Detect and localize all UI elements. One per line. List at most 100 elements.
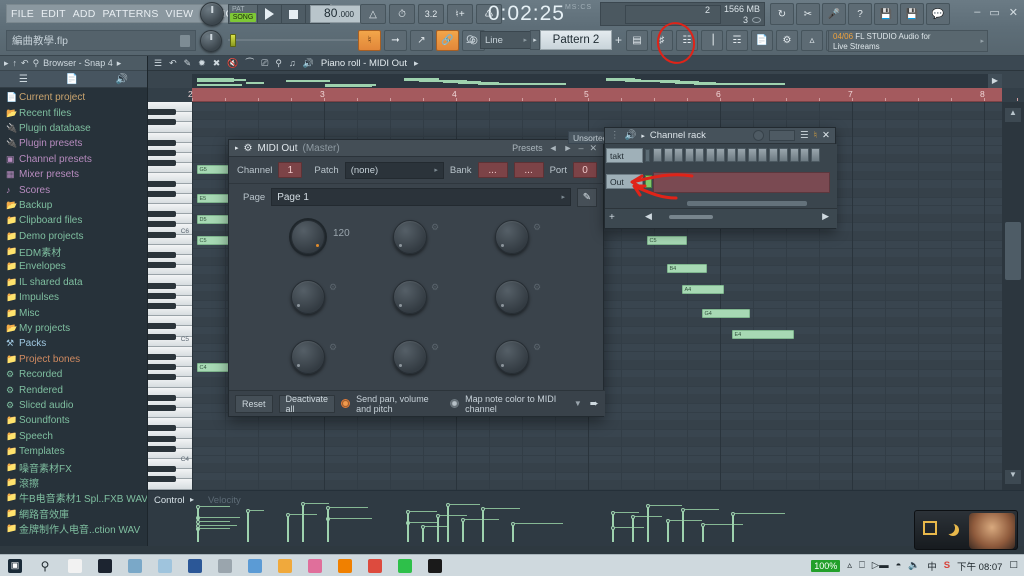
- browser-item-16[interactable]: ⚒ Packs: [0, 336, 147, 351]
- pitch-slider[interactable]: [228, 33, 368, 47]
- browser-item-27[interactable]: 📁 網路音效庫: [0, 506, 147, 521]
- velocity-handle[interactable]: [325, 506, 330, 510]
- midi-cc-knob-4[interactable]: [291, 280, 325, 314]
- step-button[interactable]: [674, 148, 683, 162]
- piano-black-key[interactable]: [148, 364, 176, 371]
- browser-item-15[interactable]: 📂 My projects: [0, 321, 147, 336]
- velocity-handle[interactable]: [480, 507, 485, 511]
- menu-item-add[interactable]: ADD: [73, 8, 96, 20]
- metronome-icon[interactable]: △: [360, 4, 386, 24]
- port-value[interactable]: 0: [573, 162, 597, 178]
- stop-button[interactable]: [281, 5, 305, 23]
- browser-item-0[interactable]: 📄 Current project: [0, 90, 147, 105]
- sogou-icon[interactable]: S: [944, 560, 950, 571]
- velocity-handle[interactable]: [285, 513, 290, 517]
- slip-icon[interactable]: ⏜: [245, 58, 254, 69]
- search-icon-2[interactable]: ⚲: [30, 555, 60, 576]
- search-icon[interactable]: ⚲: [33, 58, 40, 69]
- draw-icon[interactable]: ↗: [410, 30, 433, 51]
- step-button[interactable]: [695, 148, 704, 162]
- browser-item-5[interactable]: ▦ Mixer presets: [0, 167, 147, 182]
- piano-black-key[interactable]: [148, 333, 176, 340]
- mixer-icon[interactable]: ⎟: [701, 30, 723, 51]
- browser-item-13[interactable]: 📁 Impulses: [0, 290, 147, 305]
- knob-gear-icon-8[interactable]: ⚙: [431, 342, 439, 353]
- system-tray[interactable]: 100% ▵ ⎕ ▷▬ ◓ 🔈 中 S 下午 08:07 ☐: [811, 559, 1024, 573]
- browser-item-list[interactable]: 📄 Current project 📂 Recent files 🔌 Plugin dat…: [0, 88, 147, 546]
- calculator-icon[interactable]: [210, 555, 240, 576]
- send-pan-volume-pitch-toggle[interactable]: [341, 399, 351, 408]
- browser-item-23[interactable]: 📁 Templates: [0, 444, 147, 459]
- bank-value-lsb[interactable]: ...: [513, 162, 544, 178]
- browser-item-22[interactable]: 📁 Speech: [0, 429, 147, 444]
- channel-rack-footer[interactable]: + ◀ ▶: [605, 208, 837, 228]
- midi-cc-knob-5[interactable]: [393, 280, 427, 314]
- velocity-handle[interactable]: [300, 502, 305, 506]
- right-tool-group[interactable]: ↻ ✂ 🎤 ? 💾 💾 💬: [770, 3, 950, 25]
- help-icon[interactable]: ?: [848, 3, 872, 25]
- piano-roll-timeline[interactable]: 2345678: [188, 88, 1018, 102]
- maximize-button[interactable]: ▭: [989, 6, 999, 19]
- taskbar-app-list[interactable]: [60, 555, 450, 576]
- scrollbar-thumb[interactable]: [1005, 222, 1021, 280]
- velocity-handle[interactable]: [645, 504, 650, 508]
- pattern-prev-button[interactable]: ▸: [530, 30, 540, 50]
- channel-rack-close-button[interactable]: ✕: [822, 130, 830, 141]
- time-display[interactable]: 0:02:25 MS:CS: [485, 0, 595, 28]
- velocity-handle[interactable]: [445, 503, 450, 507]
- velocity-handle[interactable]: [730, 512, 735, 516]
- pencil-icon-2[interactable]: ✎: [577, 187, 597, 207]
- controller-lane[interactable]: Control ▸ Velocity: [148, 490, 1024, 546]
- piano-black-key[interactable]: [148, 292, 176, 299]
- midi-out-titlebar[interactable]: ▸ ⚙ MIDI Out (Master) Presets ◄ ► – ✕: [229, 140, 603, 157]
- browser-item-7[interactable]: 📂 Backup: [0, 198, 147, 213]
- snap-value-button[interactable]: 3.2: [418, 4, 444, 24]
- knob-gear-icon-3[interactable]: ⚙: [533, 222, 541, 233]
- piano-roll-note[interactable]: B4: [667, 264, 707, 273]
- grid-icon[interactable]: ☷: [676, 30, 698, 51]
- piano-black-key[interactable]: [148, 405, 176, 411]
- wifi-icon[interactable]: ◓: [896, 560, 902, 571]
- browser-item-3[interactable]: 🔌 Plugin presets: [0, 136, 147, 151]
- reset-button[interactable]: Reset: [235, 394, 273, 413]
- velocity-stem[interactable]: [407, 511, 409, 542]
- knob-gear-icon-6[interactable]: ⚙: [533, 282, 541, 293]
- map-note-color-toggle[interactable]: [450, 399, 460, 408]
- browser-item-28[interactable]: 📁 金牌制作人电音..ction WAV: [0, 521, 147, 537]
- speaker-icon[interactable]: 🔊: [116, 74, 128, 85]
- back-icon[interactable]: ▸: [4, 58, 9, 69]
- velocity-stem[interactable]: [482, 508, 484, 542]
- velocity-handle[interactable]: [700, 523, 705, 527]
- browser-item-9[interactable]: 📁 Demo projects: [0, 229, 147, 244]
- paint-3d-icon[interactable]: [300, 555, 330, 576]
- step-arrow-icon[interactable]: ➞: [384, 30, 407, 51]
- piano-black-key[interactable]: [148, 282, 176, 289]
- menu-item-view[interactable]: VIEW: [166, 8, 194, 20]
- browser-item-10[interactable]: 📁 EDM素材: [0, 244, 147, 260]
- piano-black-key[interactable]: [148, 119, 176, 126]
- velocity-handle[interactable]: [195, 524, 200, 528]
- velocity-stem[interactable]: [667, 520, 669, 542]
- playlist-icon[interactable]: ▤: [626, 30, 648, 51]
- browser-item-24[interactable]: 📁 噪音素材FX: [0, 459, 147, 475]
- browser-item-21[interactable]: 📁 Soundfonts: [0, 413, 147, 428]
- browser-item-8[interactable]: 📁 Clipboard files: [0, 213, 147, 228]
- piano-black-key[interactable]: [148, 374, 176, 381]
- browser-item-11[interactable]: 📁 Envelopes: [0, 259, 147, 274]
- channel-name-1[interactable]: Out: [606, 174, 643, 189]
- menu-item-patterns[interactable]: PATTERNS: [102, 8, 158, 20]
- paint-icon[interactable]: [150, 555, 180, 576]
- paint-icon[interactable]: ✹: [198, 58, 206, 69]
- piano-black-key[interactable]: [148, 394, 176, 401]
- presets-label[interactable]: Presets: [512, 143, 543, 153]
- piano-black-key[interactable]: [148, 476, 176, 483]
- velocity-handle[interactable]: [420, 525, 425, 529]
- step-sequencer-row[interactable]: [653, 148, 820, 162]
- velocity-stem[interactable]: [302, 503, 304, 542]
- video-editor-icon[interactable]: [90, 555, 120, 576]
- project-filename-field[interactable]: 編曲教學.flp: [6, 30, 196, 51]
- plugin-picker-icon[interactable]: ⚙: [776, 30, 798, 51]
- save-icon[interactable]: 💾: [874, 3, 898, 25]
- play-button[interactable]: [257, 5, 281, 23]
- vertical-scrollbar[interactable]: ▲ ▼: [1002, 102, 1024, 490]
